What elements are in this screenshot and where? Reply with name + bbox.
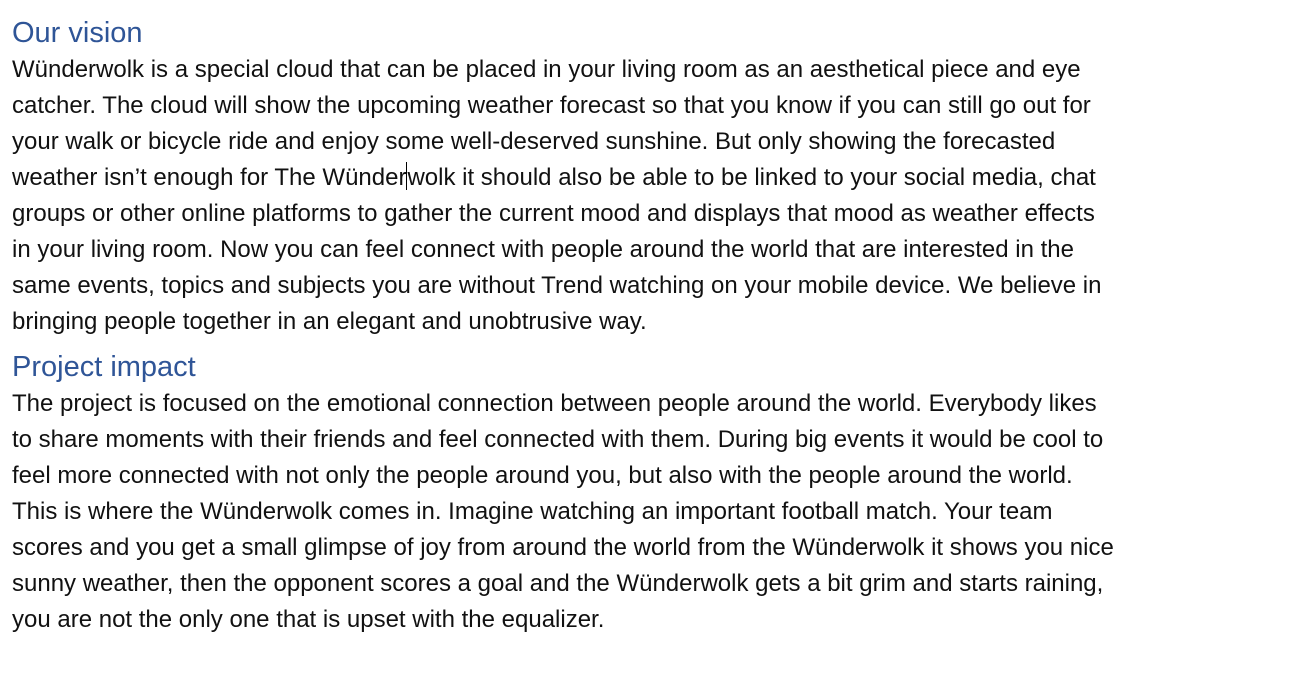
document-body[interactable]: Our vision Wünderwolk is a special cloud… [12,14,1296,638]
paragraph-spacing [12,340,1296,348]
text-line: This is where the Wünderwolk comes in. I… [12,498,1053,525]
heading-our-vision: Our vision [12,17,143,49]
text-line: sunny weather, then the opponent scores … [12,570,1104,597]
text-line: to share moments with their friends and … [12,426,1104,453]
heading-project-impact: Project impact [12,351,196,383]
text-line: catcher. The cloud will show the upcomin… [12,92,1091,119]
text-line: you are not the only one that is upset w… [12,606,605,633]
text-line: same events, topics and subjects you are… [12,272,1102,299]
text-line: feel more connected with not only the pe… [12,462,1073,489]
text-line: Wünderwolk is a special cloud that can b… [12,56,1081,83]
text-segment: wolk it should also be able to be linked… [407,164,1096,191]
text-line: in your living room. Now you can feel co… [12,236,1074,263]
text-line: groups or other online platforms to gath… [12,200,1095,227]
text-segment: weather isn’t enough for The Wünder [12,164,407,191]
text-line: scores and you get a small glimpse of jo… [12,534,1114,561]
text-line: your walk or bicycle ride and enjoy some… [12,128,1056,155]
text-line: The project is focused on the emotional … [12,390,1097,417]
text-line-with-caret: weather isn’t enough for The Wünderwolk … [12,160,1296,196]
text-line: bringing people together in an elegant a… [12,308,647,335]
paragraph-project-impact[interactable]: The project is focused on the emotional … [12,386,1296,638]
paragraph-our-vision[interactable]: Wünderwolk is a special cloud that can b… [12,52,1296,340]
